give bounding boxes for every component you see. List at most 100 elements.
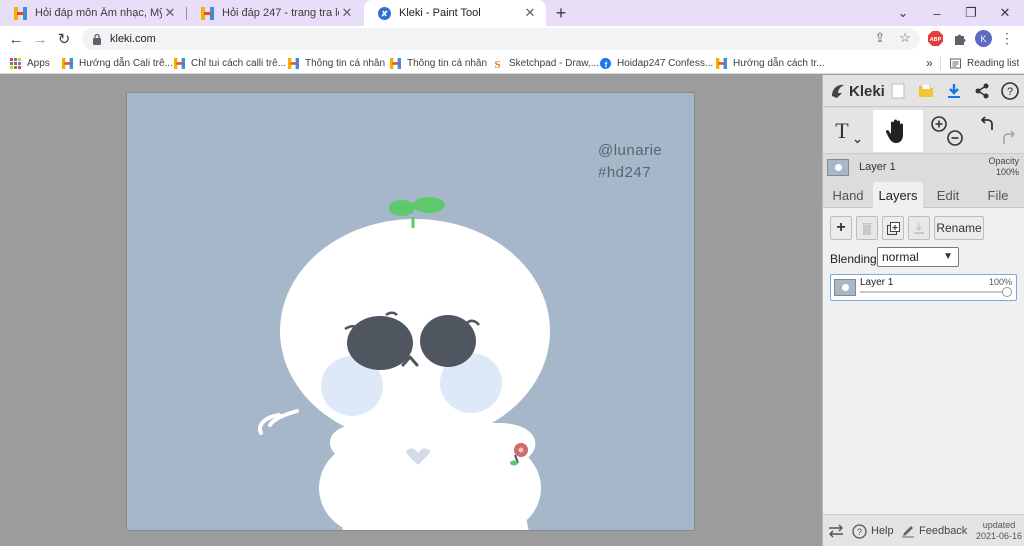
close-tab-icon[interactable]: ✕: [522, 5, 538, 21]
address-bar[interactable]: kleki.com: [82, 28, 920, 50]
bookmark-item[interactable]: Thông tin cá nhân: [288, 55, 385, 71]
updated-info: updated 2021-06-16: [975, 520, 1023, 542]
kleki-side-panel: Kleki ? T Layer 1 Opacity 100% Hand Laye…: [822, 75, 1024, 546]
hoidap-favicon: [390, 57, 401, 69]
forward-icon[interactable]: →: [31, 30, 49, 48]
opacity-slider-handle[interactable]: [1002, 287, 1012, 297]
merge-down-button[interactable]: [908, 216, 930, 240]
extensions-puzzle-icon[interactable]: [951, 30, 968, 47]
tab-hoidap-247[interactable]: Hỏi đáp 247 - trang tra loi ✕: [187, 0, 363, 26]
duplicate-icon: [886, 221, 900, 235]
zoom-in-icon[interactable]: [931, 116, 947, 132]
blending-mode-select[interactable]: normal ▼: [877, 247, 959, 267]
bookmark-star-icon[interactable]: ☆: [897, 30, 913, 46]
bookmark-item[interactable]: Chỉ tui cách calli trê...: [174, 55, 286, 71]
bookmark-item[interactable]: S Sketchpad - Draw,...: [492, 55, 599, 71]
updated-date: 2021-06-16: [975, 531, 1023, 541]
feedback-button[interactable]: Feedback: [901, 522, 967, 540]
opacity-value: 100%: [995, 167, 1019, 177]
swap-sides-button[interactable]: [828, 522, 844, 540]
layer-thumbnail: [834, 279, 856, 296]
hoidap-favicon: [716, 57, 727, 69]
blending-mode-value: normal: [882, 250, 919, 264]
bookmark-label: Hoidap247 Confess...: [617, 57, 714, 69]
apps-grid-icon: [10, 57, 21, 69]
panel-header: Kleki ?: [823, 75, 1024, 107]
open-folder-icon[interactable]: [915, 80, 937, 102]
add-layer-button[interactable]: +: [830, 216, 852, 240]
bookmark-label: Hướng dẫn Cali trê...: [79, 57, 173, 69]
help-icon: ?: [852, 523, 867, 539]
minimize-icon[interactable]: –: [920, 0, 954, 26]
duplicate-layer-button[interactable]: [882, 216, 904, 240]
url-text: kleki.com: [110, 33, 156, 45]
svg-text:ABP: ABP: [930, 37, 942, 43]
bookmark-label: Hướng dẫn cách tr...: [733, 57, 825, 69]
feedback-label: Feedback: [919, 525, 968, 537]
help-button[interactable]: ? Help: [852, 522, 894, 540]
delete-layer-button[interactable]: [856, 216, 878, 240]
adblock-extension-icon[interactable]: ABP: [927, 30, 944, 47]
new-image-icon[interactable]: [887, 80, 909, 102]
reading-list-icon: [950, 58, 961, 68]
back-icon[interactable]: ←: [7, 30, 25, 48]
share-icon[interactable]: [971, 80, 993, 102]
hand-tool[interactable]: [873, 110, 923, 152]
layer-opacity-slider[interactable]: [860, 291, 1007, 293]
tab-hand[interactable]: Hand: [825, 182, 871, 208]
bookmark-apps[interactable]: Apps: [10, 55, 50, 71]
kleki-logo-icon: [832, 84, 844, 98]
redo-icon[interactable]: [1003, 130, 1016, 144]
layer-list-item[interactable]: Layer 1 100%: [830, 274, 1017, 301]
blending-label: Blending: [830, 252, 877, 266]
tab-file[interactable]: File: [975, 182, 1021, 208]
browser-menu-icon[interactable]: ⋮: [999, 30, 1015, 46]
close-tab-icon[interactable]: ✕: [339, 5, 355, 21]
tab-kleki[interactable]: Kleki - Paint Tool ✕: [364, 0, 546, 26]
undo-icon[interactable]: [980, 116, 993, 130]
facebook-favicon: f: [600, 57, 611, 69]
reading-list-button[interactable]: Reading list: [950, 55, 1019, 71]
svg-text:f: f: [605, 60, 608, 69]
close-tab-icon[interactable]: ✕: [162, 5, 178, 21]
current-layer-info: Layer 1 Opacity 100%: [823, 155, 1024, 183]
lock-icon: [93, 33, 101, 45]
text-tool[interactable]: T: [823, 110, 869, 152]
share-page-icon[interactable]: ⇪: [872, 30, 888, 46]
reading-list-label: Reading list: [967, 57, 1020, 69]
bookmark-item[interactable]: Hướng dẫn Cali trê...: [62, 55, 173, 71]
profile-avatar[interactable]: K: [975, 30, 992, 47]
reload-icon[interactable]: ↻: [55, 30, 73, 48]
bookmark-label: Thông tin cá nhân: [305, 57, 386, 69]
tab-layers[interactable]: Layers: [873, 182, 923, 208]
bookmark-item[interactable]: f Hoidap247 Confess...: [600, 55, 713, 71]
help-circle-icon[interactable]: ?: [999, 80, 1021, 102]
kleki-logo[interactable]: Kleki: [829, 81, 885, 101]
layers-panel: + Rename Blending normal ▼ Layer 1 100%: [823, 208, 1024, 514]
tab-search-icon[interactable]: ⌄: [886, 0, 920, 26]
new-tab-button[interactable]: +: [552, 2, 570, 24]
bookmark-label: Thông tin cá nhân: [407, 57, 488, 69]
close-window-icon[interactable]: ✕: [988, 0, 1022, 26]
bookmark-label: Sketchpad - Draw,...: [509, 57, 600, 69]
hoidap-favicon: [62, 57, 73, 69]
hoidap-favicon: [174, 57, 185, 69]
chevron-down-icon: ▼: [943, 251, 953, 262]
restore-icon[interactable]: ❐: [954, 0, 988, 26]
bookmarks-overflow-button[interactable]: »: [926, 55, 933, 71]
tab-hoidap-am-nhac[interactable]: Hỏi đáp môn Âm nhạc, Mỹ thuật ✕: [0, 0, 186, 26]
layer-name: Layer 1: [860, 277, 894, 288]
svg-text:?: ?: [1007, 86, 1013, 98]
drawing-canvas[interactable]: @lunarie #hd247: [126, 92, 695, 531]
bookmark-item[interactable]: Hướng dẫn cách tr...: [716, 55, 825, 71]
bookmark-item[interactable]: Thông tin cá nhân: [390, 55, 487, 71]
zoom-out-icon[interactable]: [947, 130, 963, 146]
kleki-favicon: [378, 6, 391, 20]
bookmarks-divider: [940, 56, 941, 70]
hand-tool-icon: [885, 119, 903, 143]
tab-edit[interactable]: Edit: [925, 182, 971, 208]
rename-layer-button[interactable]: Rename: [934, 216, 984, 240]
bookmark-label: Apps: [27, 57, 50, 69]
download-icon[interactable]: [943, 80, 965, 102]
merge-down-icon: [914, 222, 924, 234]
